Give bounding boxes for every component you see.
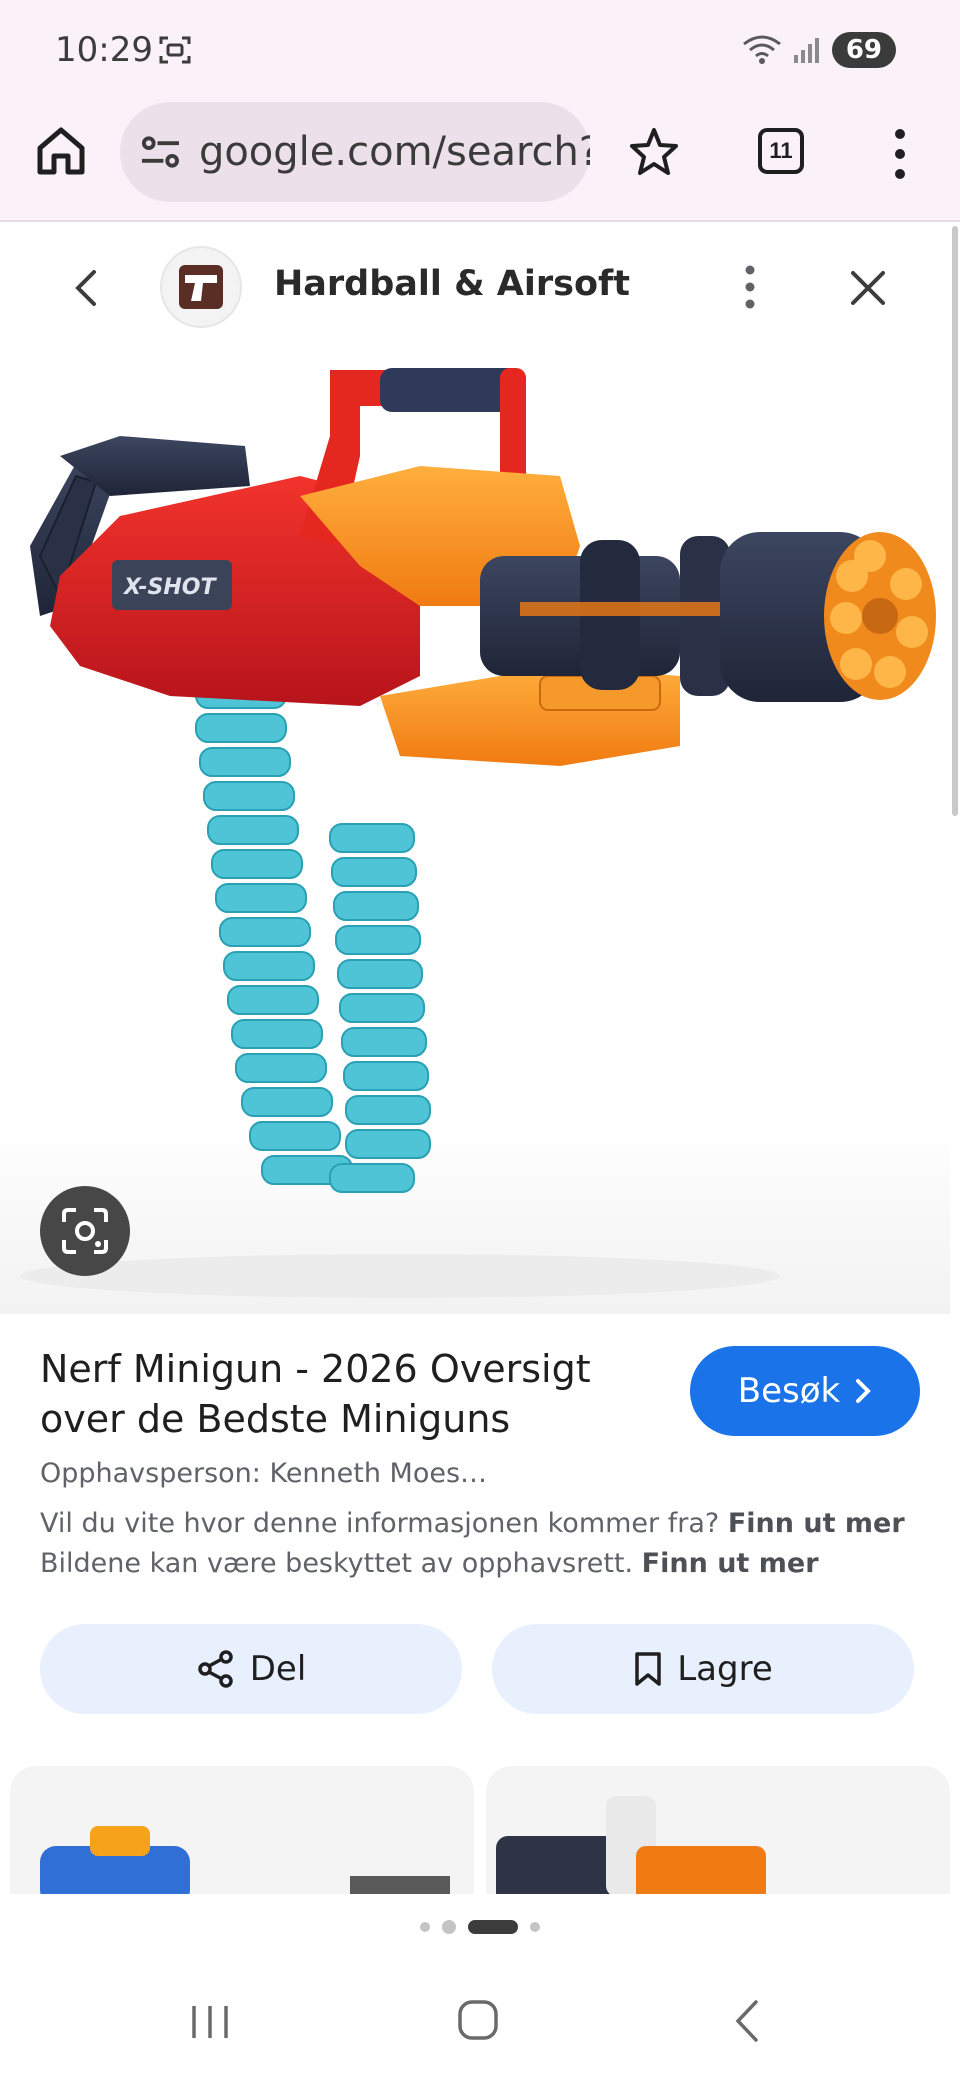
copyright-link[interactable]: Finn ut mer (642, 1548, 819, 1579)
share-icon (197, 1650, 233, 1688)
battery-icon: 69 (831, 32, 896, 68)
google-lens-icon[interactable] (40, 1186, 130, 1276)
save-label: Lagre (677, 1649, 773, 1689)
viewer-header: Hardball & Airsoft (0, 226, 950, 346)
site-favicon[interactable] (160, 246, 242, 328)
more-vert-icon[interactable] (880, 124, 920, 184)
recent-apps-icon[interactable] (188, 2002, 232, 2042)
more-vert-icon[interactable] (735, 262, 765, 312)
page-dot-active (468, 1920, 518, 1934)
screenshot-icon (159, 36, 191, 64)
tune-icon[interactable] (140, 134, 181, 170)
status-bar: 10:29 69 (0, 0, 960, 100)
url-bar[interactable]: google.com/search? (120, 102, 590, 202)
page-dot (442, 1920, 456, 1934)
nav-home-icon[interactable] (456, 1998, 500, 2042)
scrollbar[interactable] (952, 226, 958, 816)
chevron-left-icon[interactable] (72, 268, 102, 308)
source-info: Vil du vite hvor denne informasjonen kom… (40, 1508, 905, 1539)
source-info-link[interactable]: Finn ut mer (728, 1508, 905, 1539)
page-dot (420, 1922, 430, 1932)
copyright-info: Bildene kan være beskyttet av opphavsret… (40, 1548, 819, 1579)
site-name[interactable]: Hardball & Airsoft (274, 264, 630, 304)
related-image[interactable] (10, 1766, 474, 1896)
source-info-text: Vil du vite hvor denne informasjonen kom… (40, 1508, 720, 1539)
status-icons: 69 (742, 32, 896, 68)
visit-button[interactable]: Besøk (690, 1346, 920, 1436)
minigun-toy-image: X-SHOT (20, 368, 936, 1298)
copyright-text: Bildene kan være beskyttet av opphavsret… (40, 1548, 634, 1579)
home-icon[interactable] (34, 124, 88, 178)
logo-text: X-SHOT (122, 575, 217, 600)
lens-glyph (62, 1208, 108, 1254)
page-indicator (0, 1920, 960, 1934)
share-label: Del (249, 1649, 307, 1689)
related-image[interactable] (486, 1766, 950, 1896)
author-credit: Opphavsperson: Kenneth Moes… (40, 1458, 488, 1489)
close-icon[interactable] (848, 268, 888, 308)
tab-count: 11 (769, 138, 793, 163)
bottom-area (0, 1894, 960, 2080)
status-time: 10:29 (55, 30, 153, 70)
related-thumbnail (40, 1826, 450, 1896)
share-button[interactable]: Del (40, 1624, 462, 1714)
wifi-icon (742, 35, 781, 64)
product-image[interactable]: X-SHOT (0, 346, 950, 1314)
nav-back-icon[interactable] (730, 1998, 764, 2044)
signal-icon (793, 38, 819, 63)
browser-toolbar: google.com/search? 11 (0, 100, 960, 222)
visit-label: Besøk (737, 1371, 841, 1411)
page-dot (530, 1922, 540, 1932)
url-text[interactable]: google.com/search? (199, 129, 590, 175)
result-title[interactable]: Nerf Minigun - 2026 Oversigt over de Bed… (40, 1344, 640, 1444)
result-title-line-2: over de Bedste Miniguns (40, 1397, 511, 1441)
bookmark-icon (635, 1652, 661, 1686)
tabs-icon[interactable]: 11 (758, 128, 804, 174)
result-title-line-1: Nerf Minigun - 2026 Oversigt (40, 1347, 591, 1391)
pistol-icon (179, 265, 223, 309)
related-thumbnail (496, 1796, 766, 1896)
save-button[interactable]: Lagre (492, 1624, 914, 1714)
star-icon[interactable] (628, 126, 680, 178)
chevron-right-icon (856, 1379, 872, 1403)
